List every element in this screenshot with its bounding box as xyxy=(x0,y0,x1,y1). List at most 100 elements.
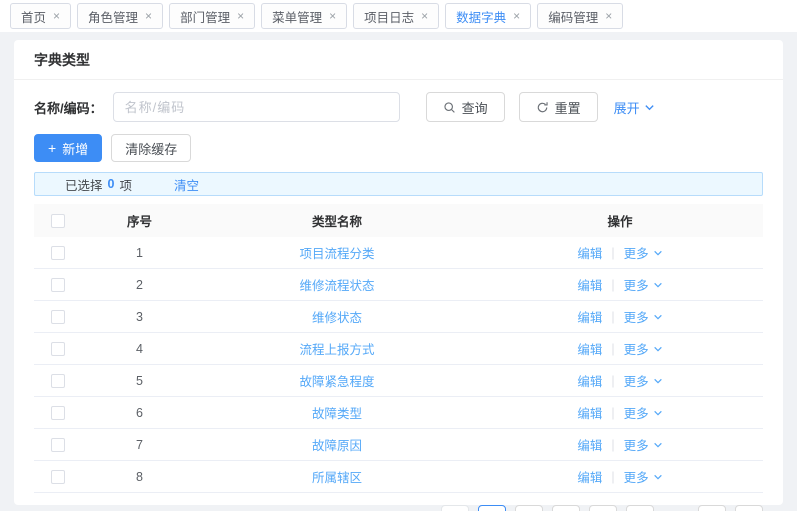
expand-link-label: 展开 xyxy=(614,98,640,117)
page-button-1[interactable]: 1 xyxy=(478,505,506,511)
close-icon[interactable]: × xyxy=(513,10,520,22)
edit-link[interactable]: 编辑 xyxy=(577,403,602,422)
row-checkbox[interactable] xyxy=(51,438,65,452)
close-icon[interactable]: × xyxy=(237,10,244,22)
more-link[interactable]: 更多 xyxy=(624,403,663,422)
table-row: 2 维修流程状态 编辑 | 更多 xyxy=(34,269,763,301)
query-button[interactable]: 查询 xyxy=(426,92,505,122)
page-button-13[interactable]: 13 xyxy=(698,505,726,511)
action-divider: | xyxy=(611,438,614,452)
action-divider: | xyxy=(611,470,614,484)
tab[interactable]: 部门管理 × xyxy=(169,3,255,29)
more-link-label: 更多 xyxy=(624,467,649,486)
chevron-down-icon xyxy=(653,408,663,418)
prev-page-button[interactable]: < xyxy=(441,505,469,511)
name-code-label: 名称/编码： xyxy=(34,98,103,117)
tab-label: 项目日志 xyxy=(364,7,414,26)
tab[interactable]: 角色管理 × xyxy=(77,3,163,29)
pagination: 总共 104 数据 < 12345···13 > xyxy=(34,505,763,511)
table-header: 序号 类型名称 操作 xyxy=(34,204,763,237)
refresh-icon xyxy=(536,101,549,114)
row-checkbox[interactable] xyxy=(51,310,65,324)
type-name-link[interactable]: 故障紧急程度 xyxy=(299,375,374,389)
page-button-4[interactable]: 4 xyxy=(589,505,617,511)
page-button-2[interactable]: 2 xyxy=(515,505,543,511)
action-divider: | xyxy=(611,246,614,260)
row-checkbox[interactable] xyxy=(51,470,65,484)
tab[interactable]: 数据字典 × xyxy=(445,3,531,29)
add-button[interactable]: + 新增 xyxy=(34,134,102,162)
select-all-checkbox[interactable] xyxy=(51,214,65,228)
edit-link[interactable]: 编辑 xyxy=(577,307,602,326)
row-checkbox[interactable] xyxy=(51,374,65,388)
page-button-5[interactable]: 5 xyxy=(626,505,654,511)
type-name-link[interactable]: 项目流程分类 xyxy=(299,247,374,261)
more-link[interactable]: 更多 xyxy=(624,339,663,358)
tab[interactable]: 项目日志 × xyxy=(353,3,439,29)
more-link[interactable]: 更多 xyxy=(624,371,663,390)
close-icon[interactable]: × xyxy=(145,10,152,22)
action-divider: | xyxy=(611,310,614,324)
edit-link[interactable]: 编辑 xyxy=(577,467,602,486)
header-index: 序号 xyxy=(82,211,197,230)
expand-link[interactable]: 展开 xyxy=(614,98,655,117)
more-link-label: 更多 xyxy=(624,243,649,262)
row-index: 2 xyxy=(82,278,197,292)
plus-icon: + xyxy=(48,141,56,155)
close-icon[interactable]: × xyxy=(421,10,428,22)
reset-button[interactable]: 重置 xyxy=(519,92,598,122)
tab[interactable]: 菜单管理 × xyxy=(261,3,347,29)
close-icon[interactable]: × xyxy=(605,10,612,22)
type-name-link[interactable]: 流程上报方式 xyxy=(299,343,374,357)
close-icon[interactable]: × xyxy=(53,10,60,22)
next-page-button[interactable]: > xyxy=(735,505,763,511)
edit-link[interactable]: 编辑 xyxy=(577,275,602,294)
tab-bar: 首页 × 角色管理 × 部门管理 × 菜单管理 × 项目日志 × 数据字典 × … xyxy=(0,0,797,32)
more-link[interactable]: 更多 xyxy=(624,307,663,326)
row-index: 6 xyxy=(82,406,197,420)
clear-cache-button[interactable]: 清除缓存 xyxy=(111,134,191,162)
selected-count: 0 xyxy=(108,177,115,191)
more-link[interactable]: 更多 xyxy=(624,435,663,454)
more-link-label: 更多 xyxy=(624,371,649,390)
edit-link[interactable]: 编辑 xyxy=(577,339,602,358)
search-input[interactable] xyxy=(113,92,400,122)
clear-selection-link[interactable]: 清空 xyxy=(174,175,199,194)
search-form: 名称/编码： 查询 重置 展开 xyxy=(34,92,763,122)
row-checkbox[interactable] xyxy=(51,278,65,292)
reset-button-label: 重置 xyxy=(555,98,581,117)
page-button-3[interactable]: 3 xyxy=(552,505,580,511)
add-button-label: 新增 xyxy=(62,139,88,158)
action-divider: | xyxy=(611,374,614,388)
type-name-link[interactable]: 故障原因 xyxy=(312,439,362,453)
type-name-link[interactable]: 维修流程状态 xyxy=(299,279,374,293)
row-index: 7 xyxy=(82,438,197,452)
row-checkbox[interactable] xyxy=(51,246,65,260)
row-checkbox[interactable] xyxy=(51,406,65,420)
type-name-link[interactable]: 所属辖区 xyxy=(312,471,362,485)
tab-label: 角色管理 xyxy=(88,7,138,26)
type-name-link[interactable]: 故障类型 xyxy=(312,407,362,421)
more-link[interactable]: 更多 xyxy=(624,275,663,294)
tab[interactable]: 首页 × xyxy=(10,3,71,29)
chevron-down-icon xyxy=(653,472,663,482)
more-link[interactable]: 更多 xyxy=(624,467,663,486)
chevron-down-icon xyxy=(653,440,663,450)
chevron-down-icon xyxy=(653,280,663,290)
more-link[interactable]: 更多 xyxy=(624,243,663,262)
edit-link[interactable]: 编辑 xyxy=(577,435,602,454)
tab-label: 首页 xyxy=(21,7,46,26)
tab-label: 编码管理 xyxy=(548,7,598,26)
table-row: 8 所属辖区 编辑 | 更多 xyxy=(34,461,763,493)
table-row: 7 故障原因 编辑 | 更多 xyxy=(34,429,763,461)
edit-link[interactable]: 编辑 xyxy=(577,243,602,262)
row-checkbox[interactable] xyxy=(51,342,65,356)
close-icon[interactable]: × xyxy=(329,10,336,22)
tab-label: 菜单管理 xyxy=(272,7,322,26)
type-name-link[interactable]: 维修状态 xyxy=(312,311,362,325)
chevron-down-icon xyxy=(644,102,655,113)
tab[interactable]: 编码管理 × xyxy=(537,3,623,29)
selected-suffix: 项 xyxy=(119,175,132,194)
edit-link[interactable]: 编辑 xyxy=(577,371,602,390)
row-index: 8 xyxy=(82,470,197,484)
